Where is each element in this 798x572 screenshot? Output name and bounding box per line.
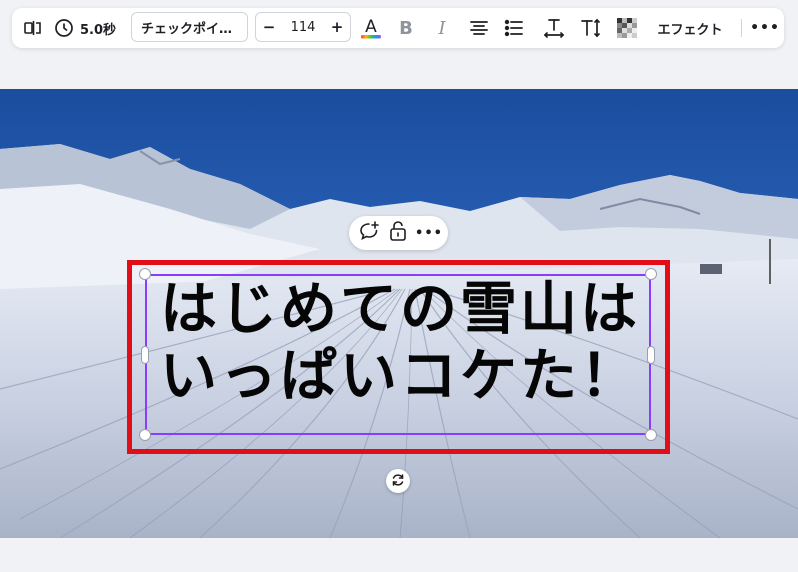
headline-text[interactable]: はじめての雪山は いっぱいコケた！	[140, 276, 660, 410]
font-name: チェックポイ…	[141, 21, 233, 37]
more-icon: •••	[750, 20, 780, 36]
lock-button[interactable]	[385, 216, 411, 250]
headline-line-1: はじめての雪山は	[160, 276, 640, 342]
font-family-dropdown[interactable]: チェックポイ…	[131, 12, 248, 42]
list-button[interactable]	[503, 8, 525, 48]
rotate-icon	[391, 472, 405, 491]
editor-toolbar: 5.0秒 チェックポイ… − 114 + A B I エフェクト •••	[12, 8, 784, 48]
resize-handle-top-right[interactable]	[645, 268, 657, 280]
align-center-icon	[469, 19, 489, 37]
flip-button[interactable]	[20, 8, 46, 48]
duration-label: 5.0秒	[80, 22, 117, 38]
bold-icon: B	[399, 17, 413, 39]
duration-button[interactable]: 5.0秒	[54, 8, 124, 48]
effects-label: エフェクト	[657, 22, 723, 38]
resize-handle-top-left[interactable]	[139, 268, 151, 280]
more-options-button[interactable]: •••	[750, 8, 780, 48]
increase-font-size-button[interactable]: +	[324, 13, 350, 41]
resize-handle-right[interactable]	[647, 346, 655, 364]
align-button[interactable]	[468, 8, 490, 48]
font-size-stepper: − 114 +	[255, 12, 351, 42]
bold-button[interactable]: B	[395, 8, 417, 48]
transparency-icon	[617, 18, 637, 38]
element-floating-toolbar: •••	[349, 216, 448, 250]
letter-spacing-icon	[543, 17, 565, 39]
text-color-button[interactable]: A	[358, 8, 384, 48]
list-icon	[504, 19, 524, 37]
line-spacing-button[interactable]	[579, 8, 603, 48]
flip-icon	[23, 18, 43, 38]
resize-handle-bottom-left[interactable]	[139, 429, 151, 441]
line-spacing-icon	[580, 17, 602, 39]
rotate-handle[interactable]	[386, 469, 410, 493]
more-icon: •••	[415, 225, 443, 241]
add-comment-icon	[358, 220, 380, 246]
clock-icon	[54, 18, 74, 38]
lock-icon	[388, 220, 408, 246]
element-more-button[interactable]: •••	[415, 216, 443, 250]
svg-text:A: A	[365, 17, 377, 37]
font-size-input[interactable]: 114	[291, 20, 316, 35]
text-color-icon: A	[360, 16, 382, 40]
effects-button[interactable]: エフェクト	[650, 8, 730, 48]
resize-handle-bottom-right[interactable]	[645, 429, 657, 441]
italic-button[interactable]: I	[431, 8, 453, 48]
letter-spacing-button[interactable]	[542, 8, 566, 48]
headline-line-2: いっぱいコケた！	[160, 343, 640, 409]
transparency-button[interactable]	[616, 8, 638, 48]
toolbar-divider	[741, 19, 742, 37]
resize-handle-left[interactable]	[141, 346, 149, 364]
add-comment-button[interactable]	[355, 216, 383, 250]
decrease-font-size-button[interactable]: −	[256, 13, 282, 41]
italic-icon: I	[438, 17, 446, 39]
